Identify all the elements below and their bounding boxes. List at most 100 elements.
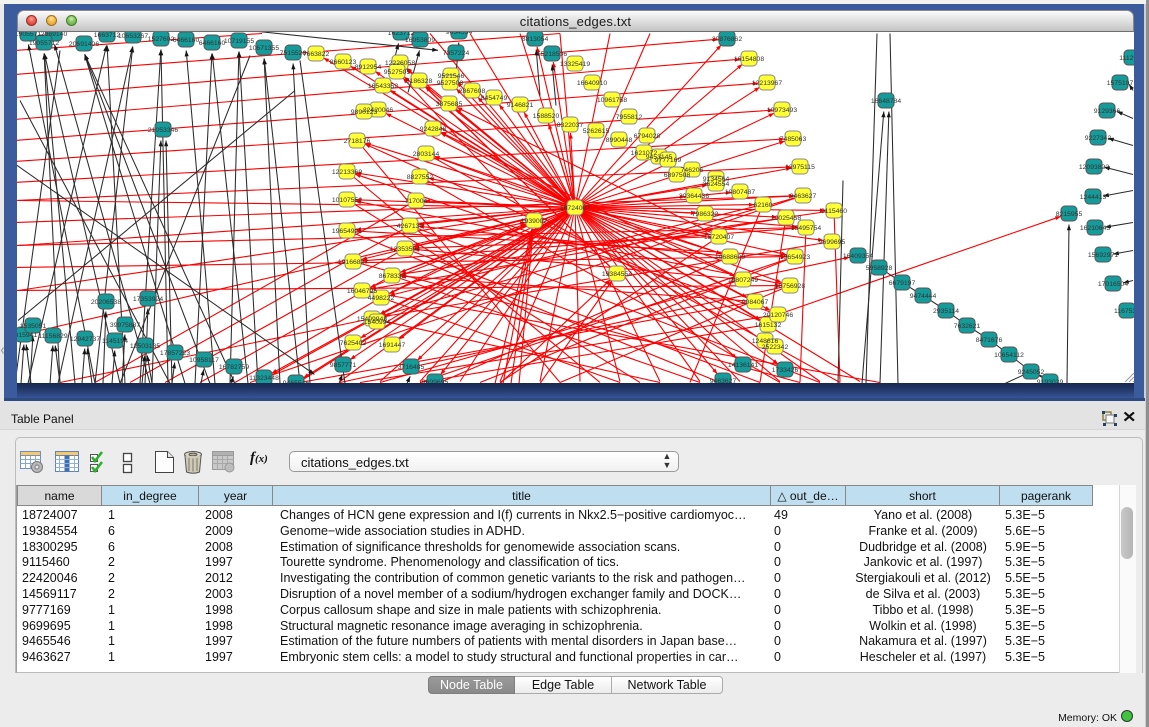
svg-text:19166827: 19166827 (338, 259, 368, 266)
svg-text:9129366: 9129366 (1094, 108, 1121, 115)
svg-text:10653267: 10653267 (118, 33, 148, 40)
svg-text:5262615: 5262615 (583, 128, 610, 135)
svg-text:3875685: 3875685 (436, 101, 463, 108)
svg-text:12503135: 12503135 (130, 343, 160, 350)
svg-text:15495754: 15495754 (791, 225, 821, 232)
svg-text:13325419: 13325419 (560, 61, 590, 68)
svg-text:1167533: 1167533 (1114, 308, 1134, 315)
svg-text:12093822: 12093822 (1079, 164, 1109, 171)
svg-text:4498222: 4498222 (368, 295, 395, 302)
svg-text:7986322: 7986322 (692, 211, 719, 218)
svg-text:1939002: 1939002 (521, 218, 548, 225)
svg-text:9463627: 9463627 (790, 193, 817, 200)
svg-text:7625402: 7625402 (340, 340, 367, 347)
svg-text:62160: 62160 (754, 202, 773, 209)
svg-text:1588520: 1588520 (533, 113, 560, 120)
svg-text:10756928: 10756928 (775, 283, 805, 290)
svg-text:12213369: 12213369 (332, 169, 362, 176)
svg-text:15218506: 15218506 (537, 51, 567, 58)
svg-text:16640910: 16640910 (577, 80, 607, 87)
svg-text:18807249: 18807249 (728, 277, 758, 284)
svg-text:3315941: 3315941 (17, 332, 37, 339)
svg-text:20364436: 20364436 (679, 193, 709, 200)
svg-text:1663712: 1663712 (94, 32, 121, 39)
svg-text:1244413: 1244413 (1080, 194, 1107, 201)
svg-text:15692971: 15692971 (1088, 252, 1118, 259)
svg-text:8215955: 8215955 (1056, 211, 1083, 218)
svg-text:16053809: 16053809 (405, 37, 435, 44)
svg-text:10671355: 10671355 (249, 45, 279, 52)
svg-text:4267130: 4267130 (397, 223, 424, 230)
svg-text:12226058: 12226058 (385, 60, 415, 67)
svg-text:14136141: 14136141 (728, 362, 758, 369)
svg-text:20691406: 20691406 (69, 41, 99, 48)
svg-text:9634554: 9634554 (446, 32, 473, 36)
svg-text:3716485: 3716485 (398, 364, 425, 371)
svg-text:1691447: 1691447 (379, 342, 406, 349)
svg-text:16543352: 16543352 (368, 83, 398, 90)
svg-text:1145194: 1145194 (102, 338, 128, 345)
svg-text:1527602: 1527602 (148, 36, 175, 43)
svg-text:9857771: 9857771 (330, 362, 357, 369)
svg-text:2718176: 2718176 (344, 138, 371, 145)
svg-text:8827552: 8827552 (407, 174, 434, 181)
svg-text:12353594: 12353594 (390, 246, 420, 253)
svg-text:2803144: 2803144 (413, 151, 440, 158)
svg-text:18724007: 18724007 (560, 205, 590, 212)
svg-text:8186328: 8186328 (406, 78, 433, 85)
svg-text:2935114: 2935114 (933, 308, 959, 315)
svg-text:8322037: 8322037 (557, 122, 584, 129)
svg-text:20120746: 20120746 (763, 312, 793, 319)
svg-text:19384554: 19384554 (602, 271, 632, 278)
svg-text:7632621: 7632621 (954, 323, 981, 330)
svg-text:10654112: 10654112 (994, 352, 1024, 359)
svg-text:15720407: 15720407 (704, 234, 734, 241)
svg-text:10807487: 10807487 (725, 189, 755, 196)
svg-text:39975887: 39975887 (110, 322, 140, 329)
svg-text:9227342: 9227342 (1085, 135, 1112, 142)
svg-text:19654923: 19654923 (780, 254, 810, 261)
svg-text:8660123: 8660123 (330, 59, 357, 66)
svg-text:8912954: 8912954 (355, 64, 382, 71)
svg-text:19055712: 19055712 (29, 40, 59, 47)
svg-text:19654925: 19654925 (332, 228, 362, 235)
svg-text:2069140: 2069140 (41, 32, 68, 38)
svg-text:8454749: 8454749 (481, 95, 508, 102)
svg-text:12942737: 12942737 (70, 336, 100, 343)
svg-text:8813054: 8813054 (522, 36, 549, 43)
svg-text:11323448: 11323448 (249, 375, 279, 382)
svg-text:1112983: 1112983 (1119, 55, 1134, 62)
svg-text:17016504: 17016504 (1098, 281, 1128, 288)
svg-text:17353924: 17353924 (133, 296, 163, 303)
svg-text:21053346: 21053346 (148, 127, 178, 134)
svg-text:7955812: 7955812 (616, 114, 643, 121)
svg-text:16154808: 16154808 (734, 56, 764, 63)
svg-text:9242848: 9242848 (420, 126, 447, 133)
svg-text:10973493: 10973493 (767, 107, 797, 114)
svg-text:10688609: 10688609 (715, 254, 745, 261)
svg-text:9521546: 9521546 (438, 73, 465, 80)
svg-text:9115460: 9115460 (821, 208, 847, 215)
svg-text:9146821: 9146821 (507, 102, 534, 109)
svg-text:11156829: 11156829 (38, 333, 67, 340)
svg-text:17857223: 17857223 (160, 350, 190, 357)
svg-text:9245052: 9245052 (1018, 369, 1045, 376)
svg-text:1615132: 1615132 (755, 322, 782, 329)
svg-text:2522342: 2522342 (762, 344, 789, 351)
svg-text:8678332: 8678332 (379, 273, 406, 280)
svg-text:2867608: 2867608 (459, 88, 486, 95)
svg-text:10719155: 10719155 (224, 38, 254, 45)
svg-text:6897508: 6897508 (664, 172, 691, 179)
svg-text:16648784: 16648784 (871, 98, 901, 105)
svg-text:7663822: 7663822 (303, 51, 330, 58)
svg-text:6466160: 6466160 (199, 40, 226, 47)
svg-text:10025458: 10025458 (771, 215, 801, 222)
svg-text:7357224: 7357224 (443, 50, 470, 57)
svg-text:717004: 717004 (405, 198, 428, 205)
svg-text:8471676: 8471676 (976, 337, 1003, 344)
svg-text:7485063: 7485063 (780, 136, 807, 143)
svg-text:16210643: 16210643 (1080, 225, 1110, 232)
svg-text:8990448: 8990448 (606, 137, 633, 144)
svg-text:9084067: 9084067 (742, 299, 769, 306)
svg-text:20876862: 20876862 (712, 36, 742, 43)
